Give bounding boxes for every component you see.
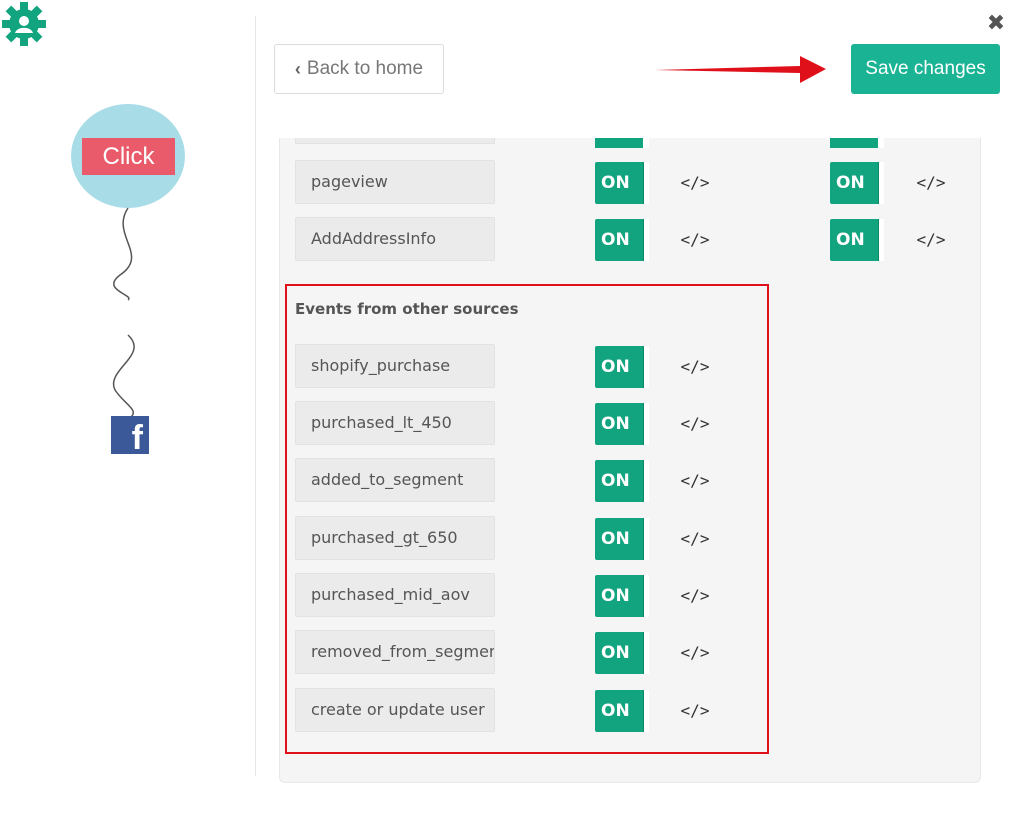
toggle-state: ON <box>601 586 630 606</box>
toggle-switch[interactable]: ON <box>595 460 649 502</box>
click-node-label: Click <box>82 138 175 175</box>
events-panel: pageview ON </> ON </> AddAddressInfo ON… <box>279 138 981 783</box>
toggle-state: ON <box>601 414 630 434</box>
toggle-state: ON <box>601 701 630 721</box>
toggle-switch[interactable]: ON <box>595 518 649 560</box>
partial-name-box <box>295 138 495 144</box>
toggle-state: ON <box>836 173 865 193</box>
back-button-label: Back to home <box>306 58 424 79</box>
toggle-switch[interactable]: ON <box>595 632 649 674</box>
event-name: pageview <box>295 160 495 204</box>
code-icon[interactable]: </> <box>680 460 710 502</box>
event-row: added_to_segment ON </> <box>280 458 980 502</box>
toggle-switch[interactable]: ON <box>595 690 649 732</box>
event-row: AddAddressInfo ON </> ON </> <box>280 217 980 261</box>
code-icon[interactable]: </> <box>680 575 710 617</box>
close-icon[interactable]: ✖ <box>986 12 1006 36</box>
flow-diagram: Click f <box>0 0 255 816</box>
event-row: purchased_gt_650 ON </> <box>280 516 980 560</box>
event-row: shopify_purchase ON </> <box>280 344 980 388</box>
event-name: create or update user <box>295 688 495 732</box>
toggle-switch[interactable]: ON <box>595 162 649 204</box>
chevron-left-icon: ‹ <box>294 58 301 79</box>
gear-icon[interactable] <box>0 0 48 48</box>
toggle-state: ON <box>601 471 630 491</box>
event-row: create or update user ON </> <box>280 688 980 732</box>
event-name: removed_from_segment <box>295 630 495 674</box>
code-icon[interactable]: </> <box>916 219 946 261</box>
toggle-state: ON <box>601 173 630 193</box>
code-icon[interactable]: </> <box>680 632 710 674</box>
toggle-state: ON <box>601 357 630 377</box>
partial-toggle <box>830 138 884 148</box>
event-name: added_to_segment <box>295 458 495 502</box>
partial-row <box>280 138 980 148</box>
code-icon[interactable]: </> <box>680 219 710 261</box>
code-icon[interactable]: </> <box>680 518 710 560</box>
code-icon[interactable]: </> <box>680 346 710 388</box>
toggle-state: ON <box>601 230 630 250</box>
event-row: pageview ON </> ON </> <box>280 160 980 204</box>
code-icon[interactable]: </> <box>680 162 710 204</box>
save-changes-button[interactable]: Save changes <box>851 44 1000 94</box>
facebook-icon[interactable]: f <box>111 416 149 454</box>
toggle-switch[interactable]: ON <box>830 219 884 261</box>
toggle-switch[interactable]: ON <box>595 575 649 617</box>
toggle-switch[interactable]: ON <box>595 346 649 388</box>
event-row: purchased_mid_aov ON </> <box>280 573 980 617</box>
red-arrow-annotation <box>655 56 826 83</box>
toggle-state: ON <box>836 230 865 250</box>
event-row: purchased_lt_450 ON </> <box>280 401 980 445</box>
code-icon[interactable]: </> <box>680 690 710 732</box>
back-to-home-button[interactable]: ‹ Back to home <box>274 44 444 94</box>
event-name: shopify_purchase <box>295 344 495 388</box>
toggle-switch[interactable]: ON <box>595 219 649 261</box>
save-button-label: Save changes <box>865 58 986 79</box>
divider <box>255 16 256 776</box>
section-title-other-sources: Events from other sources <box>295 300 519 318</box>
toggle-state: ON <box>601 529 630 549</box>
event-row: removed_from_segment ON </> <box>280 630 980 674</box>
toggle-switch[interactable]: ON <box>830 162 884 204</box>
event-name: purchased_lt_450 <box>295 401 495 445</box>
partial-toggle <box>595 138 649 148</box>
toggle-state: ON <box>601 643 630 663</box>
event-name: purchased_gt_650 <box>295 516 495 560</box>
code-icon[interactable]: </> <box>916 162 946 204</box>
toggle-switch[interactable]: ON <box>595 403 649 445</box>
event-name: AddAddressInfo <box>295 217 495 261</box>
code-icon[interactable]: </> <box>680 403 710 445</box>
event-name: purchased_mid_aov <box>295 573 495 617</box>
